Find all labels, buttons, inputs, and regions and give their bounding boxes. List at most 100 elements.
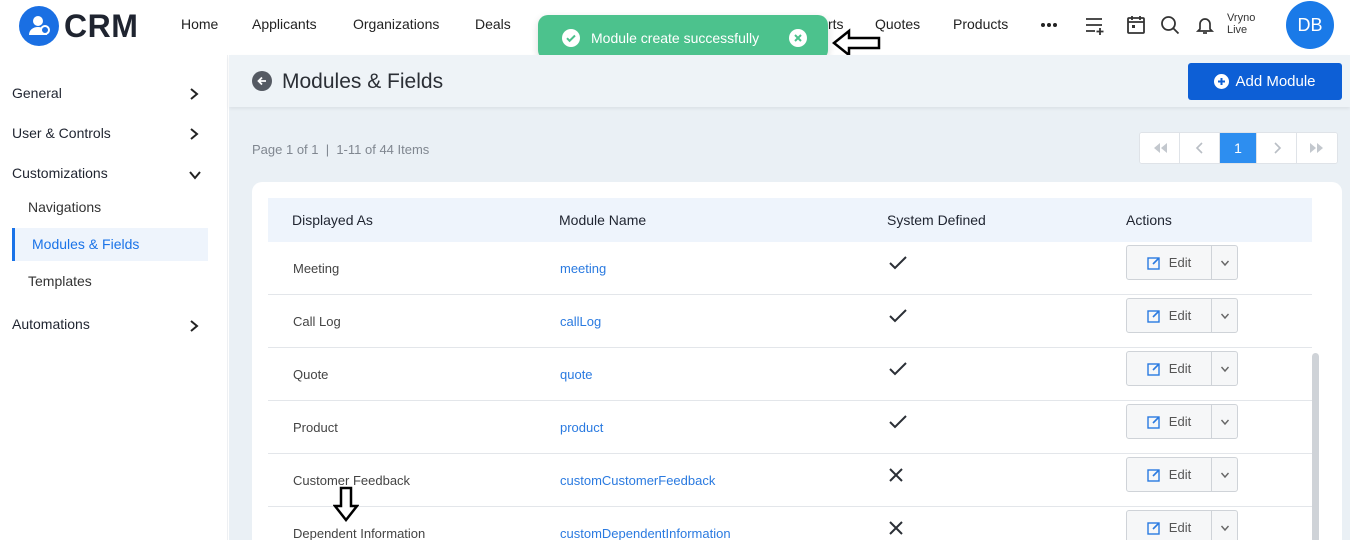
edit-button[interactable]: Edit bbox=[1127, 352, 1212, 385]
modules-table: Displayed As Module Name System Defined … bbox=[252, 182, 1342, 540]
scrollbar[interactable] bbox=[1312, 353, 1319, 540]
edit-button-group: Edit bbox=[1126, 245, 1238, 280]
edit-label: Edit bbox=[1168, 520, 1192, 535]
prev-page-button[interactable] bbox=[1180, 133, 1220, 163]
cell-module-name-link[interactable]: quote bbox=[560, 367, 593, 382]
edit-label: Edit bbox=[1168, 255, 1192, 270]
edit-label: Edit bbox=[1168, 308, 1192, 323]
chevron-right-icon[interactable] bbox=[188, 319, 200, 338]
sidebar-item-modules-fields[interactable]: Modules & Fields bbox=[12, 228, 208, 261]
page-number-button[interactable]: 1 bbox=[1220, 133, 1257, 163]
toast-message: Module create successfully bbox=[591, 30, 760, 46]
sidebar-item-user-controls[interactable]: User & Controls bbox=[12, 125, 111, 141]
list-add-icon[interactable] bbox=[1083, 13, 1107, 37]
edit-icon bbox=[1147, 309, 1160, 323]
sidebar-item-customizations[interactable]: Customizations bbox=[12, 165, 108, 181]
plus-circle-icon bbox=[1214, 74, 1230, 89]
edit-icon bbox=[1147, 415, 1160, 429]
search-icon[interactable] bbox=[1158, 13, 1182, 37]
chevron-down-icon[interactable] bbox=[1212, 511, 1237, 540]
bell-icon[interactable] bbox=[1193, 13, 1217, 37]
user-label-line2: Live bbox=[1227, 24, 1248, 36]
edit-icon bbox=[1147, 362, 1160, 376]
page-title: Modules & Fields bbox=[282, 70, 444, 93]
check-circle-icon bbox=[562, 29, 580, 50]
sidebar-item-navigations[interactable]: Navigations bbox=[28, 199, 101, 215]
edit-button[interactable]: Edit bbox=[1127, 458, 1212, 491]
check-icon bbox=[888, 414, 908, 435]
edit-button-group: Edit bbox=[1126, 457, 1238, 492]
app-name: CRM bbox=[64, 7, 139, 44]
edit-button-group: Edit bbox=[1126, 351, 1238, 386]
table-header: Displayed As Module Name System Defined … bbox=[268, 198, 1312, 242]
pagination: 1 bbox=[1139, 132, 1338, 164]
sidebar-item-automations[interactable]: Automations bbox=[12, 316, 90, 332]
edit-button[interactable]: Edit bbox=[1127, 511, 1212, 540]
chevron-down-icon[interactable] bbox=[1212, 246, 1237, 279]
nav-deals[interactable]: Deals bbox=[475, 16, 511, 32]
page-header: Modules & Fields Add Module bbox=[229, 55, 1350, 107]
nav-applicants[interactable]: Applicants bbox=[252, 16, 317, 32]
cell-module-name-link[interactable]: customCustomerFeedback bbox=[560, 473, 715, 488]
app-logo[interactable]: CRM bbox=[19, 6, 138, 46]
edit-icon bbox=[1147, 256, 1160, 270]
cell-displayed-as: Dependent Information bbox=[293, 526, 426, 540]
table-row: Product product Edit bbox=[268, 401, 1312, 454]
cell-module-name-link[interactable]: product bbox=[560, 420, 603, 435]
edit-icon bbox=[1147, 468, 1160, 482]
avatar[interactable]: DB bbox=[1286, 1, 1334, 49]
check-icon bbox=[888, 255, 908, 276]
cross-icon bbox=[888, 520, 904, 540]
more-icon[interactable] bbox=[1037, 13, 1061, 37]
nav-home[interactable]: Home bbox=[181, 16, 218, 32]
cross-icon bbox=[888, 467, 904, 488]
header-module-name: Module Name bbox=[559, 212, 647, 228]
edit-button[interactable]: Edit bbox=[1127, 246, 1212, 279]
chevron-down-icon[interactable] bbox=[1212, 458, 1237, 491]
edit-label: Edit bbox=[1168, 361, 1192, 376]
chevron-right-icon[interactable] bbox=[188, 87, 200, 106]
table-row: Customer Feedback customCustomerFeedback E… bbox=[268, 454, 1312, 507]
next-page-button[interactable] bbox=[1257, 133, 1297, 163]
success-toast: Module create successfully bbox=[538, 15, 828, 60]
table-row: Quote quote Edit bbox=[268, 348, 1312, 401]
sidebar-item-label: Modules & Fields bbox=[32, 236, 140, 252]
sidebar: General User & Controls Customizations N… bbox=[0, 55, 228, 540]
check-icon bbox=[888, 308, 908, 329]
pagination-info: Page 1 of 1 | 1-11 of 44 Items bbox=[252, 142, 430, 157]
main-content: Modules & Fields Add Module Page 1 of 1 … bbox=[229, 55, 1350, 540]
chevron-down-icon[interactable] bbox=[1212, 352, 1237, 385]
header-displayed-as: Displayed As bbox=[292, 212, 373, 228]
sidebar-item-templates[interactable]: Templates bbox=[28, 273, 92, 289]
table-row: Call Log callLog Edit bbox=[268, 295, 1312, 348]
chevron-down-icon[interactable] bbox=[1212, 299, 1237, 332]
user-label-line1: Vryno bbox=[1227, 12, 1256, 24]
calendar-icon[interactable] bbox=[1124, 13, 1148, 37]
edit-button-group: Edit bbox=[1126, 298, 1238, 333]
chevron-down-icon[interactable] bbox=[188, 168, 202, 186]
cell-module-name-link[interactable]: customDependentInformation bbox=[560, 526, 731, 540]
add-module-button[interactable]: Add Module bbox=[1188, 63, 1342, 100]
chevron-down-icon[interactable] bbox=[1212, 405, 1237, 438]
cell-displayed-as: Quote bbox=[293, 367, 329, 382]
edit-button-group: Edit bbox=[1126, 404, 1238, 439]
last-page-button[interactable] bbox=[1297, 133, 1337, 163]
cell-module-name-link[interactable]: meeting bbox=[560, 261, 606, 276]
user-label[interactable]: Vryno Live bbox=[1227, 12, 1255, 36]
edit-icon bbox=[1147, 521, 1160, 535]
cell-module-name-link[interactable]: callLog bbox=[560, 314, 601, 329]
add-module-label: Add Module bbox=[1235, 73, 1316, 90]
nav-products[interactable]: Products bbox=[953, 16, 1008, 32]
chevron-right-icon[interactable] bbox=[188, 127, 200, 146]
sidebar-item-general[interactable]: General bbox=[12, 85, 62, 101]
first-page-button[interactable] bbox=[1140, 133, 1180, 163]
header-actions: Actions bbox=[1126, 212, 1172, 228]
arrow-down-icon bbox=[332, 486, 360, 527]
close-icon[interactable] bbox=[789, 29, 807, 50]
edit-label: Edit bbox=[1168, 467, 1192, 482]
back-arrow-icon[interactable] bbox=[252, 71, 272, 91]
cell-displayed-as: Product bbox=[293, 420, 338, 435]
edit-button[interactable]: Edit bbox=[1127, 299, 1212, 332]
nav-organizations[interactable]: Organizations bbox=[353, 16, 439, 32]
edit-button[interactable]: Edit bbox=[1127, 405, 1212, 438]
